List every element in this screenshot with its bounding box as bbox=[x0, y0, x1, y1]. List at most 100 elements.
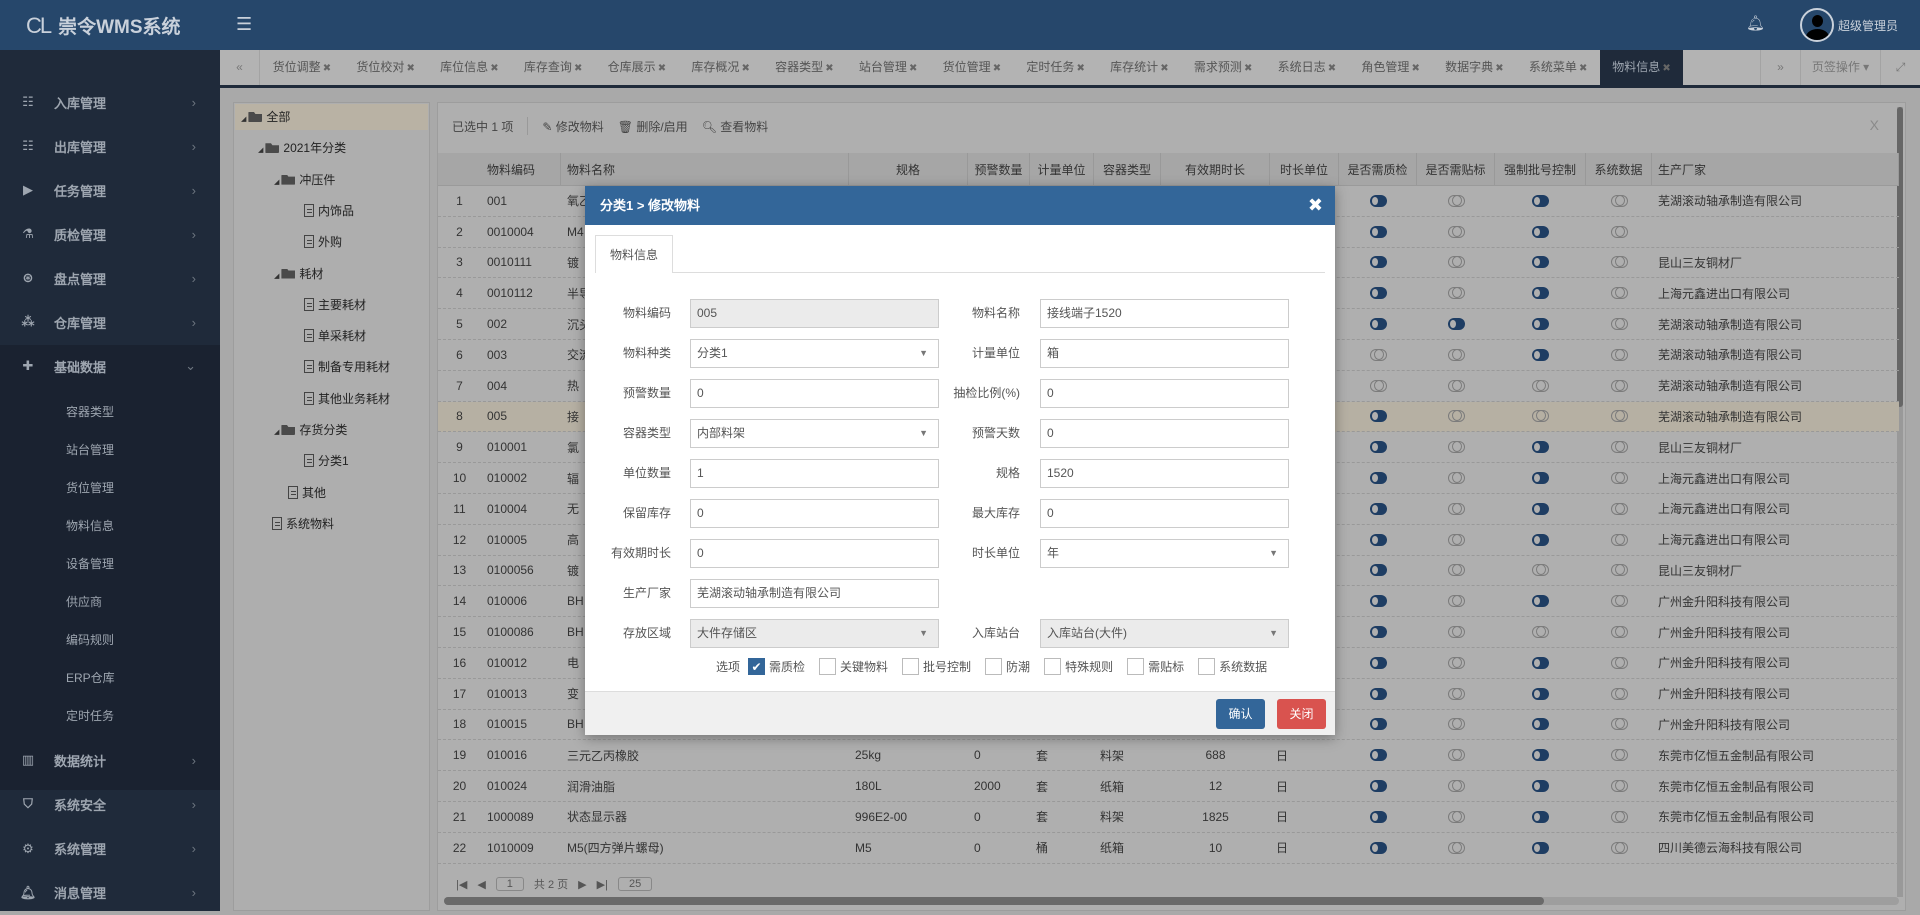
name-input[interactable]: 接线端子1520 bbox=[1040, 299, 1289, 328]
tab-item[interactable]: 货位调整 ✖ bbox=[260, 50, 344, 85]
toggle-sys-off[interactable] bbox=[1610, 379, 1628, 392]
toggle-label-off[interactable] bbox=[1447, 441, 1465, 454]
menu-toggle-icon[interactable]: ☰ bbox=[236, 14, 252, 35]
toggle-batch-on[interactable] bbox=[1532, 656, 1549, 669]
toggle-sys-off[interactable] bbox=[1610, 595, 1628, 608]
tab-item[interactable]: 系统菜单 ✖ bbox=[1516, 50, 1600, 85]
tab-item[interactable]: 仓库展示 ✖ bbox=[595, 50, 679, 85]
column-header[interactable]: 有效期时长 bbox=[1161, 153, 1270, 185]
toggle-label-on[interactable] bbox=[1447, 318, 1465, 331]
validity_unit-select[interactable]: 年 ▼ bbox=[1040, 539, 1289, 568]
tab-close-icon[interactable]: ✖ bbox=[993, 63, 1001, 74]
checkbox-unchecked-icon[interactable] bbox=[985, 658, 1003, 675]
sidebar-subitem[interactable]: 定时任务 bbox=[66, 707, 114, 724]
toggle-label-off[interactable] bbox=[1447, 379, 1465, 392]
toggle-sys-off[interactable] bbox=[1610, 194, 1628, 207]
checkbox-unchecked-icon[interactable] bbox=[819, 658, 837, 675]
option-checkbox[interactable]: 特殊规则 bbox=[1036, 658, 1113, 675]
sidebar-item[interactable]: ☷ 入库管理 › bbox=[0, 80, 220, 124]
station-select[interactable]: 入库站台(大件) ▼ bbox=[1040, 619, 1289, 648]
tree-node[interactable]: ◢ 耗材 bbox=[274, 261, 323, 287]
toggle-qc-on[interactable] bbox=[1369, 410, 1387, 423]
option-checkbox[interactable]: 关键物料 bbox=[811, 658, 888, 675]
table-row[interactable]: 21 1000089 状态显示器 996E2-00 0 套 料架 1825 日 东莞市亿恒五金制品… bbox=[438, 802, 1899, 833]
toggle-batch-on[interactable] bbox=[1532, 472, 1549, 485]
tree-node[interactable]: 分类1 bbox=[304, 448, 349, 474]
toggle-sys-off[interactable] bbox=[1610, 656, 1628, 669]
toggle-label-off[interactable] bbox=[1447, 626, 1465, 639]
tab-item[interactable]: 定时任务 ✖ bbox=[1014, 50, 1098, 85]
toggle-sys-off[interactable] bbox=[1610, 749, 1628, 762]
warn_days-input[interactable]: 0 bbox=[1040, 419, 1289, 448]
toggle-label-off[interactable] bbox=[1447, 194, 1465, 207]
option-checkbox[interactable]: 批号控制 bbox=[894, 658, 971, 675]
toggle-label-off[interactable] bbox=[1447, 749, 1465, 762]
toggle-label-off[interactable] bbox=[1447, 718, 1465, 731]
tree-node[interactable]: 内饰品 bbox=[304, 198, 354, 224]
tab-close-icon[interactable]: ✖ bbox=[909, 63, 917, 74]
toggle-sys-off[interactable] bbox=[1610, 472, 1628, 485]
tree-node[interactable]: 主要耗材 bbox=[304, 292, 366, 318]
expand-triangle-icon[interactable]: ◢ bbox=[274, 179, 279, 186]
sidebar-subitem[interactable]: 供应商 bbox=[66, 593, 102, 610]
sidebar-item[interactable]: ✚ 基础数据 ⌄ bbox=[0, 344, 220, 388]
spec-input[interactable]: 1520 bbox=[1040, 459, 1289, 488]
tab-item[interactable]: 库位信息 ✖ bbox=[428, 50, 512, 85]
toggle-batch-on[interactable] bbox=[1532, 718, 1549, 731]
toggle-batch-on[interactable] bbox=[1532, 348, 1549, 361]
toggle-batch-on[interactable] bbox=[1532, 318, 1549, 331]
toggle-batch-off[interactable] bbox=[1532, 564, 1549, 577]
tab-item[interactable]: 数据字典 ✖ bbox=[1433, 50, 1517, 85]
option-checkbox[interactable]: 防潮 bbox=[977, 658, 1030, 675]
edit-material-button[interactable]: ✎ 修改物料 bbox=[542, 118, 603, 135]
toggle-sys-off[interactable] bbox=[1610, 225, 1628, 238]
toggle-label-off[interactable] bbox=[1447, 687, 1465, 700]
tree-node[interactable]: 单采耗材 bbox=[304, 323, 366, 349]
sidebar-item[interactable]: ⚙ 系统管理 › bbox=[0, 827, 220, 871]
checkbox-unchecked-icon[interactable] bbox=[1044, 658, 1062, 675]
checkbox-unchecked-icon[interactable] bbox=[1127, 658, 1145, 675]
fullscreen-icon[interactable]: ⤢ bbox=[1880, 50, 1920, 85]
expand-triangle-icon[interactable]: ◢ bbox=[274, 273, 279, 280]
toggle-label-off[interactable] bbox=[1447, 656, 1465, 669]
column-header[interactable]: 计量单位 bbox=[1030, 153, 1094, 185]
toggle-qc-on[interactable] bbox=[1369, 472, 1387, 485]
toggle-qc-on[interactable] bbox=[1369, 626, 1387, 639]
toggle-qc-on[interactable] bbox=[1369, 318, 1387, 331]
toggle-sys-off[interactable] bbox=[1610, 441, 1628, 454]
first-page-icon[interactable]: |◀ bbox=[456, 878, 467, 891]
toggle-label-off[interactable] bbox=[1447, 564, 1465, 577]
unit-input[interactable]: 箱 bbox=[1040, 339, 1289, 368]
sidebar-item[interactable]: ☷ 出库管理 › bbox=[0, 124, 220, 168]
tree-node[interactable]: 其他 bbox=[288, 480, 326, 506]
toggle-batch-on[interactable] bbox=[1532, 687, 1549, 700]
toggle-qc-on[interactable] bbox=[1369, 502, 1387, 515]
manufacturer-input[interactable]: 芜湖滚动轴承制造有限公司 bbox=[690, 579, 939, 608]
toggle-batch-on[interactable] bbox=[1532, 194, 1549, 207]
page-size-select[interactable]: 25 bbox=[617, 877, 653, 891]
toggle-label-off[interactable] bbox=[1447, 348, 1465, 361]
toggle-batch-on[interactable] bbox=[1532, 256, 1549, 269]
sidebar-item[interactable]: ⚗ 质检管理 › bbox=[0, 212, 220, 256]
table-row[interactable]: 19 010016 三元乙丙橡胶 25kg 0 套 料架 688 日 东莞市亿恒五金制品有限公司 bbox=[438, 740, 1899, 772]
column-header[interactable]: 时长单位 bbox=[1270, 153, 1339, 185]
toggle-batch-on[interactable] bbox=[1532, 810, 1549, 823]
toggle-qc-off[interactable] bbox=[1369, 348, 1387, 361]
sidebar-item[interactable]: ⁂ 仓库管理 › bbox=[0, 300, 220, 344]
toggle-qc-on[interactable] bbox=[1369, 287, 1387, 300]
toggle-sys-off[interactable] bbox=[1610, 780, 1628, 793]
toggle-qc-on[interactable] bbox=[1369, 841, 1387, 854]
tab-close-icon[interactable]: ✖ bbox=[406, 63, 414, 74]
toggle-qc-on[interactable] bbox=[1369, 718, 1387, 731]
tab-close-icon[interactable]: ✖ bbox=[658, 63, 666, 74]
tab-close-icon[interactable]: ✖ bbox=[1662, 63, 1670, 74]
tab-close-icon[interactable]: ✖ bbox=[1579, 63, 1587, 74]
user-name[interactable]: 超级管理员 bbox=[1838, 17, 1898, 34]
tab-close-icon[interactable]: ✖ bbox=[323, 63, 331, 74]
column-header[interactable]: 预警数量 bbox=[968, 153, 1030, 185]
sidebar-subitem[interactable]: 编码规则 bbox=[66, 631, 114, 648]
toggle-batch-on[interactable] bbox=[1532, 595, 1549, 608]
sidebar-subitem[interactable]: ERP仓库 bbox=[66, 669, 115, 686]
sidebar-subitem[interactable]: 设备管理 bbox=[66, 555, 114, 572]
expand-triangle-icon[interactable]: ◢ bbox=[274, 429, 279, 436]
